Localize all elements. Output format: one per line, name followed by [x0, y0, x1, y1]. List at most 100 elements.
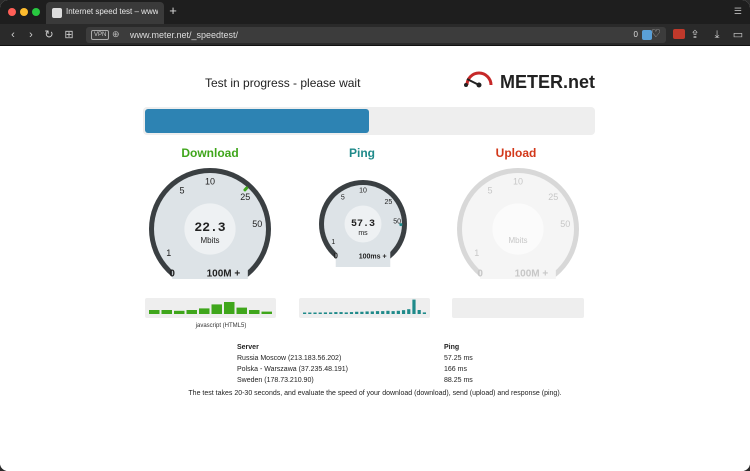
- download-tick-label: 50: [252, 219, 262, 229]
- battery-icon[interactable]: ▭: [731, 28, 745, 42]
- ping-header: Ping: [444, 344, 460, 351]
- download-gauge-max: 100M +: [207, 269, 241, 279]
- ping-history-bar: [308, 312, 312, 314]
- upload-tick-label: 10: [513, 176, 523, 186]
- download-history-bar: [211, 304, 222, 314]
- share-icon[interactable]: ⇪: [688, 28, 702, 42]
- ping-gauge-min: 0: [333, 251, 338, 260]
- server-table-header: Server Ping: [237, 344, 537, 354]
- ping-gauge: 1510255057.3ms0 100ms +: [319, 180, 407, 267]
- ping-history-bar: [323, 312, 328, 314]
- close-window-button[interactable]: [8, 8, 16, 16]
- ping-history-bar: [360, 311, 364, 314]
- download-gauge-min: 0: [169, 269, 175, 279]
- tab-menu-icon[interactable]: ☰: [734, 6, 742, 17]
- ping-history-bar: [381, 311, 385, 314]
- download-gauge-value: 22.3: [194, 220, 225, 235]
- upload-gauge: 1 5 10 25 50 Mbits 0 100M +: [457, 168, 579, 279]
- server-ping: 88.25 ms: [444, 377, 473, 384]
- ping-gauge-value: 57.3: [351, 219, 375, 230]
- ping-history-bars: [303, 299, 426, 314]
- download-history-bar: [161, 310, 172, 314]
- address-bar[interactable]: VPN ⊕ www.meter.net/_speedtest/ 0: [86, 27, 666, 43]
- upload-gauge-min: 0: [477, 269, 483, 279]
- download-icon[interactable]: ⤓: [710, 28, 724, 42]
- download-tick-label: 1: [166, 248, 171, 258]
- ping-history-bar: [344, 312, 348, 314]
- url-text[interactable]: www.meter.net/_speedtest/: [130, 30, 238, 40]
- server-ping: 57.25 ms: [444, 355, 473, 362]
- server-name: Russia Moscow (213.183.56.202): [237, 355, 342, 362]
- server-ping: 166 ms: [444, 366, 467, 373]
- download-tick-label: 5: [179, 186, 184, 196]
- table-row: Russia Moscow (213.183.56.202) 57.25 ms: [237, 355, 537, 365]
- download-history-bar: [224, 302, 235, 314]
- reload-icon[interactable]: ↻: [42, 28, 56, 42]
- heart-icon[interactable]: ♡: [651, 27, 661, 40]
- ping-history-bar: [329, 312, 333, 314]
- ping-tick-label: 5: [341, 194, 345, 201]
- download-gauge-unit: Mbits: [200, 236, 219, 245]
- ping-history-bar: [407, 309, 411, 314]
- tab-title: Internet speed test – www.m: [66, 7, 158, 16]
- server-header: Server: [237, 344, 259, 351]
- ping-history-bar: [401, 310, 406, 314]
- download-history-bar: [261, 311, 272, 314]
- download-history-chart: [145, 298, 276, 318]
- ping-history-bar: [339, 312, 343, 314]
- download-history-bar: [149, 310, 160, 314]
- tab-bar: Internet speed test – www.m + ☰: [0, 0, 750, 24]
- table-row: Sweden (178.73.210.90) 88.25 ms: [237, 377, 537, 387]
- ping-history-bar: [386, 310, 390, 314]
- server-name: Polska - Warszawa (37.235.48.191): [237, 366, 349, 373]
- upload-tick-label: 25: [548, 192, 558, 202]
- page-content: Test in progress - please wait METER.net…: [0, 47, 750, 471]
- meter-logo-icon: [464, 71, 493, 88]
- ping-history-bar: [365, 311, 369, 314]
- ping-history-bar: [318, 312, 322, 314]
- upload-history-chart: [452, 298, 584, 318]
- upload-gauge-max: 100M +: [515, 269, 549, 279]
- download-history-bar: [236, 307, 247, 314]
- tab-speedtest[interactable]: Internet speed test – www.m: [46, 2, 164, 24]
- ping-history-bar: [303, 312, 307, 314]
- ping-tick-label: 10: [359, 188, 367, 195]
- extension-icon[interactable]: [673, 29, 685, 39]
- ping-history-bar: [370, 311, 374, 314]
- download-label: Download: [181, 146, 239, 160]
- back-icon[interactable]: ‹: [6, 28, 20, 42]
- grid-icon[interactable]: ⊞: [62, 28, 76, 42]
- ping-history-bar: [349, 312, 354, 314]
- download-gauge: 1 5 10 25 50 22.3Mbits 0 100M +: [149, 168, 271, 279]
- toolbar: ‹ › ↻ ⊞ VPN ⊕ www.meter.net/_speedtest/ …: [0, 24, 750, 46]
- download-history-bar: [199, 308, 210, 314]
- ping-history-chart: [299, 298, 430, 318]
- vpn-badge[interactable]: VPN: [91, 30, 110, 40]
- download-tick-label: 25: [240, 192, 250, 202]
- progress-fill: [145, 109, 369, 133]
- forward-icon[interactable]: ›: [24, 28, 38, 42]
- upload-gauge-unit: Mbits: [508, 236, 527, 245]
- download-gauge-needle: [243, 186, 249, 192]
- info-note: The test takes 20-30 seconds, and evalua…: [188, 390, 562, 397]
- server-name: Sweden (178.73.210.90): [237, 377, 314, 384]
- logo-text: METER.net: [500, 72, 596, 92]
- blocked-count: 0: [633, 30, 638, 39]
- download-history-bar: [186, 310, 197, 314]
- upload-label: Upload: [495, 146, 537, 160]
- ping-history-bar: [313, 312, 317, 314]
- table-row: Polska - Warszawa (37.235.48.191) 166 ms: [237, 366, 537, 376]
- maximize-window-button[interactable]: [32, 8, 40, 16]
- ping-history-bar: [396, 310, 400, 314]
- minimize-window-button[interactable]: [20, 8, 28, 16]
- new-tab-button[interactable]: +: [166, 4, 180, 18]
- ping-history-bar: [375, 311, 380, 314]
- upload-tick-label: 50: [560, 219, 570, 229]
- globe-icon: ⊕: [112, 29, 120, 39]
- download-history-bar: [249, 310, 260, 314]
- ping-history-bar: [355, 311, 359, 314]
- browser-window: Internet speed test – www.m + ☰ ‹ › ↻ ⊞ …: [0, 0, 750, 471]
- ping-gauge-unit: ms: [358, 230, 368, 237]
- upload-tick-label: 1: [474, 248, 479, 258]
- ping-history-bar: [412, 299, 416, 314]
